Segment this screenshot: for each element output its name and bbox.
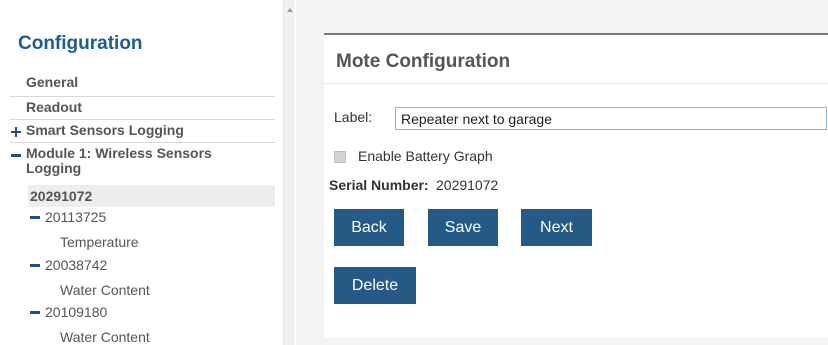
sidebar-title: Configuration	[18, 33, 143, 54]
serial-number-label: Serial Number:	[329, 177, 429, 193]
battery-graph-label: Enable Battery Graph	[358, 148, 493, 164]
collapse-minus-icon[interactable]	[30, 311, 40, 314]
nav-item-module1[interactable]: Module 1: Wireless Sensors Logging	[10, 142, 275, 182]
nav-item-general[interactable]: General	[10, 72, 275, 96]
nav-item-label: Module 1: Wireless Sensors Logging	[26, 145, 212, 176]
collapse-minus-icon[interactable]	[30, 216, 40, 219]
main-area: Mote Configuration Label: Enable Battery…	[296, 0, 828, 345]
label-input[interactable]	[395, 107, 827, 130]
collapse-minus-icon[interactable]	[30, 264, 40, 267]
delete-button[interactable]: Delete	[334, 267, 416, 304]
nav-subitem-label: 20113725	[45, 209, 107, 225]
nav-item-selected-mote[interactable]: 20291072	[28, 185, 275, 207]
title-divider	[324, 83, 828, 84]
back-button[interactable]: Back	[334, 209, 404, 246]
panel-title: Mote Configuration	[336, 51, 511, 72]
nav-item-smart-sensors[interactable]: Smart Sensors Logging	[10, 119, 275, 142]
label-field-label: Label:	[334, 109, 373, 125]
nav-leaf-temperature[interactable]: Temperature	[60, 234, 139, 250]
scroll-up-arrow-icon[interactable]	[287, 8, 293, 12]
nav-subitem-label: 20109180	[45, 304, 108, 320]
save-button[interactable]: Save	[428, 209, 498, 246]
nav-subitem-label: 20038742	[45, 257, 108, 273]
sidebar-scrollbar[interactable]	[283, 0, 295, 345]
nav-item-label: Readout	[26, 99, 82, 115]
nav-item-readout[interactable]: Readout	[10, 96, 275, 119]
sidebar: Configuration General Readout Smart Sens…	[0, 0, 283, 345]
nav-leaf-water-content[interactable]: Water Content	[60, 329, 150, 345]
nav-item-label: Smart Sensors Logging	[26, 122, 184, 138]
mote-config-panel: Mote Configuration Label: Enable Battery…	[324, 33, 828, 338]
battery-graph-checkbox[interactable]	[334, 151, 346, 163]
serial-number-value: 20291072	[436, 177, 499, 193]
next-button[interactable]: Next	[521, 209, 592, 246]
nav-leaf-water-content[interactable]: Water Content	[60, 282, 150, 298]
nav-item-label: General	[26, 74, 79, 90]
nav-item-label: 20291072	[30, 188, 93, 204]
